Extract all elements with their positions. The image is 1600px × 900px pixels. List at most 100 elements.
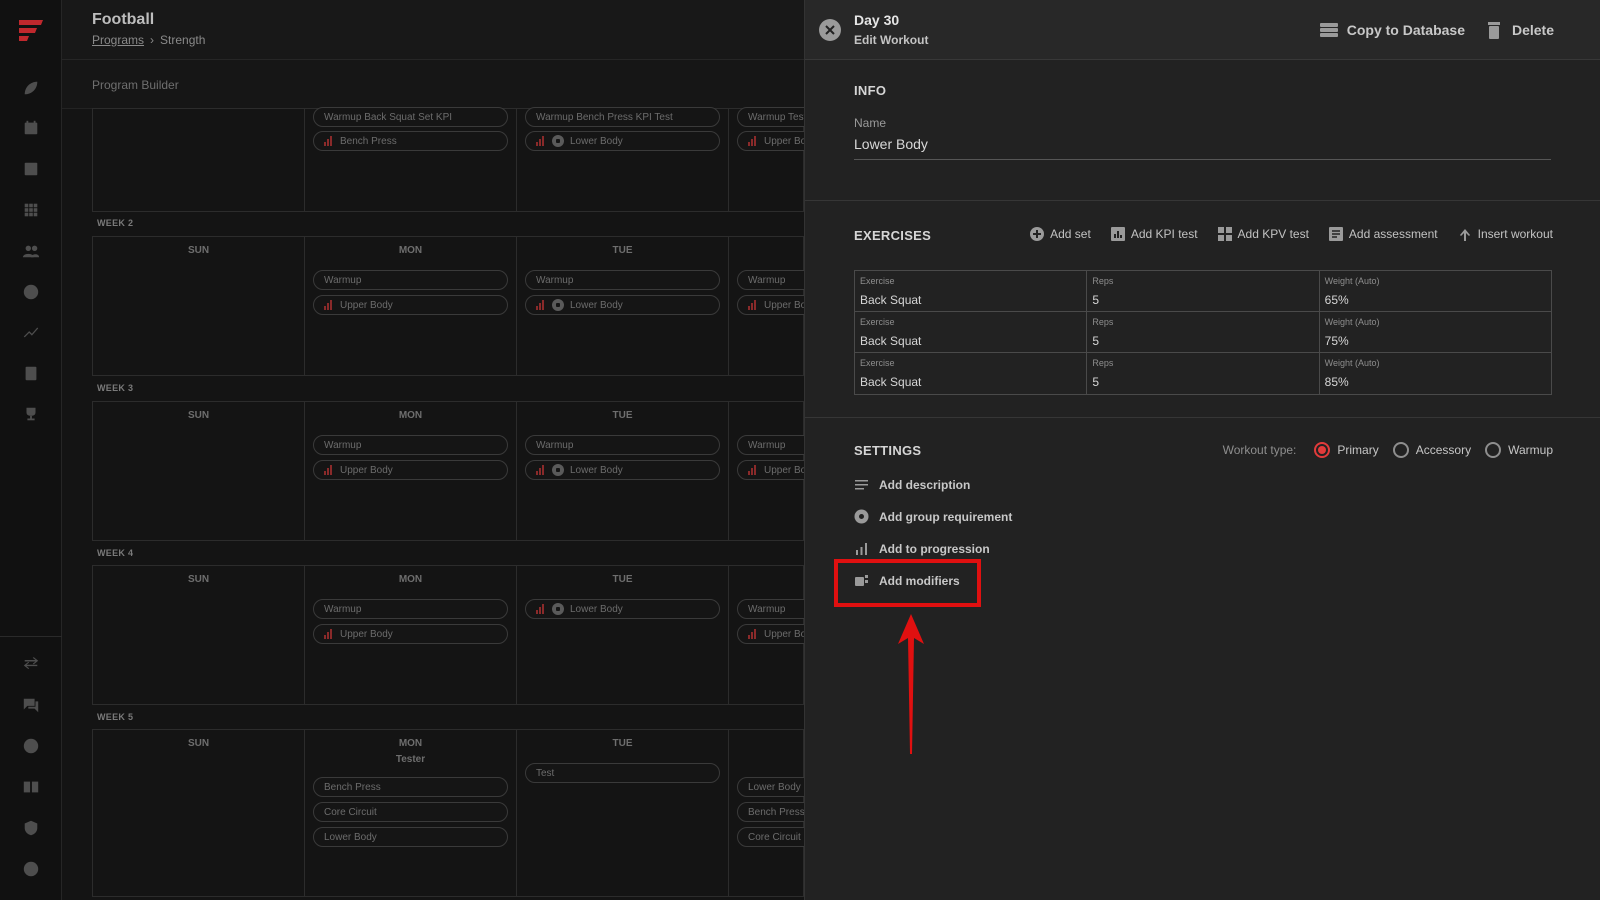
day-tue[interactable]: TUE Lower Body [517, 566, 729, 704]
workout-pill[interactable]: Warmup [313, 599, 508, 619]
day-mon[interactable]: Warmup Back Squat Set KPI Bench Press [305, 107, 517, 211]
workout-pill[interactable]: Test [525, 763, 720, 783]
plus-circle-icon [1030, 227, 1045, 241]
day-mon[interactable]: MON Warmup Upper Body [305, 237, 517, 375]
add-description-button[interactable]: Add description [854, 477, 970, 492]
database-icon [1319, 23, 1338, 37]
workout-pill[interactable]: Warmup [525, 435, 720, 455]
day-wed[interactable]: Warmup Upper Bo [729, 402, 804, 540]
weight-cell[interactable]: Weight (Auto) 85% [1320, 353, 1551, 394]
day-sun[interactable] [93, 109, 305, 211]
day-mon[interactable]: MON Warmup Upper Body [305, 402, 517, 540]
trophy-icon[interactable] [21, 404, 41, 424]
workout-pill[interactable]: Upper Bo [737, 131, 804, 151]
workout-type-label: Workout type: [1222, 443, 1297, 457]
workout-pill[interactable]: Warmup [525, 270, 720, 290]
logo-icon[interactable] [17, 18, 45, 46]
day-mon[interactable]: MON Tester Bench Press Core Circuit Lowe… [305, 730, 517, 896]
workout-pill[interactable]: Upper Body [313, 295, 508, 315]
day-wed[interactable]: Warmup Test Upper Bo [729, 107, 804, 211]
radio-accessory[interactable]: Accessory [1392, 442, 1471, 458]
workout-pill[interactable]: Upper Bo [737, 295, 804, 315]
group-icon [552, 299, 564, 311]
calendar-icon[interactable] [21, 118, 41, 138]
exercise-cell[interactable]: Exercise Back Squat [855, 271, 1088, 311]
chat-icon[interactable] [21, 695, 41, 715]
radio-primary[interactable]: Primary [1314, 442, 1379, 458]
day-wed[interactable]: Warmup Upper Bo [729, 566, 804, 704]
day-mon[interactable]: MON Warmup Upper Body [305, 566, 517, 704]
progression-icon [324, 136, 334, 146]
workout-pill[interactable]: Upper Body [313, 624, 508, 644]
workout-pill[interactable]: Lower Body [525, 599, 720, 619]
day-tue[interactable]: Warmup Bench Press KPI Test Lower Body [517, 107, 729, 211]
delete-button[interactable]: Delete [1484, 20, 1554, 40]
workout-pill[interactable]: Upper Bo [737, 624, 804, 644]
exercise-cell[interactable]: Exercise Back Squat [855, 312, 1088, 352]
breadcrumb-programs[interactable]: Programs [92, 33, 144, 47]
workout-pill[interactable]: Bench Press [313, 131, 508, 151]
day-wed[interactable]: Lower Body Bench Press Core Circuit [729, 730, 804, 896]
workout-pill[interactable]: Warmup Test [737, 107, 804, 127]
radio-warmup[interactable]: Warmup [1485, 442, 1553, 458]
day-tue[interactable]: TUE Test [517, 730, 729, 896]
day-sun[interactable]: SUN [93, 237, 305, 375]
add-group-requirement-button[interactable]: Add group requirement [854, 509, 1012, 524]
day-wed[interactable]: Warmup Upper Bo [729, 237, 804, 375]
workout-pill[interactable]: Warmup Back Squat Set KPI [313, 107, 508, 127]
football-icon[interactable] [21, 78, 41, 98]
workout-pill[interactable]: Lower Body [737, 777, 804, 797]
workout-pill[interactable]: Bench Press [313, 777, 508, 797]
people-icon[interactable] [21, 241, 41, 261]
add-assessment-button[interactable]: Add assessment [1328, 227, 1438, 241]
workout-pill[interactable]: Lower Body [525, 295, 720, 315]
reps-cell[interactable]: Reps 5 [1087, 271, 1320, 311]
weight-cell[interactable]: Weight (Auto) 75% [1320, 312, 1551, 352]
day-sun[interactable]: SUN [93, 566, 305, 704]
add-to-progression-button[interactable]: Add to progression [854, 541, 990, 556]
workout-pill[interactable]: Upper Body [313, 460, 508, 480]
day-sun[interactable]: SUN [93, 730, 305, 896]
account-icon[interactable] [21, 859, 41, 879]
clipboard-icon[interactable] [21, 363, 41, 383]
workout-pill[interactable]: Lower Body [525, 131, 720, 151]
trend-icon[interactable] [21, 322, 41, 342]
name-field[interactable]: Lower Body [854, 136, 1551, 160]
day-tue[interactable]: TUE Warmup Lower Body [517, 237, 729, 375]
insert-workout-button[interactable]: Insert workout [1458, 227, 1553, 241]
weight-cell[interactable]: Weight (Auto) 65% [1320, 271, 1551, 311]
library-icon[interactable] [21, 777, 41, 797]
workout-pill[interactable]: Lower Body [525, 460, 720, 480]
info-section-title: INFO [854, 83, 887, 98]
reps-cell[interactable]: Reps 5 [1087, 353, 1320, 394]
workout-pill[interactable]: Warmup [737, 270, 804, 290]
reps-cell[interactable]: Reps 5 [1087, 312, 1320, 352]
copy-to-database-button[interactable]: Copy to Database [1319, 20, 1465, 40]
swap-icon[interactable] [21, 654, 41, 674]
close-icon[interactable] [819, 19, 841, 41]
exercise-cell[interactable]: Exercise Back Squat [855, 353, 1088, 394]
workout-pill[interactable]: Lower Body [313, 827, 508, 847]
shield-icon[interactable] [21, 818, 41, 838]
grid-icon[interactable] [21, 200, 41, 220]
workout-pill[interactable]: Core Circuit [313, 802, 508, 822]
workout-pill[interactable]: Upper Bo [737, 460, 804, 480]
day-tue[interactable]: TUE Warmup Lower Body [517, 402, 729, 540]
add-kpi-test-button[interactable]: Add KPI test [1110, 227, 1198, 241]
help-icon[interactable] [21, 736, 41, 756]
notes-icon[interactable] [21, 159, 41, 179]
day-sun[interactable]: SUN [93, 402, 305, 540]
add-set-button[interactable]: Add set [1030, 227, 1091, 241]
workout-pill[interactable]: Core Circuit [737, 827, 804, 847]
workout-pill[interactable]: Warmup Bench Press KPI Test [525, 107, 720, 127]
workout-pill[interactable]: Warmup [737, 599, 804, 619]
workout-pill[interactable]: Bench Press [737, 802, 804, 822]
progression-icon [324, 465, 334, 475]
ball-icon[interactable] [21, 282, 41, 302]
annotation-highlight [834, 559, 981, 607]
add-kpv-test-button[interactable]: Add KPV test [1217, 227, 1309, 241]
workout-pill[interactable]: Warmup [313, 435, 508, 455]
workout-pill[interactable]: Warmup [313, 270, 508, 290]
workout-pill[interactable]: Warmup [737, 435, 804, 455]
breadcrumb-strength: Strength [160, 33, 206, 47]
